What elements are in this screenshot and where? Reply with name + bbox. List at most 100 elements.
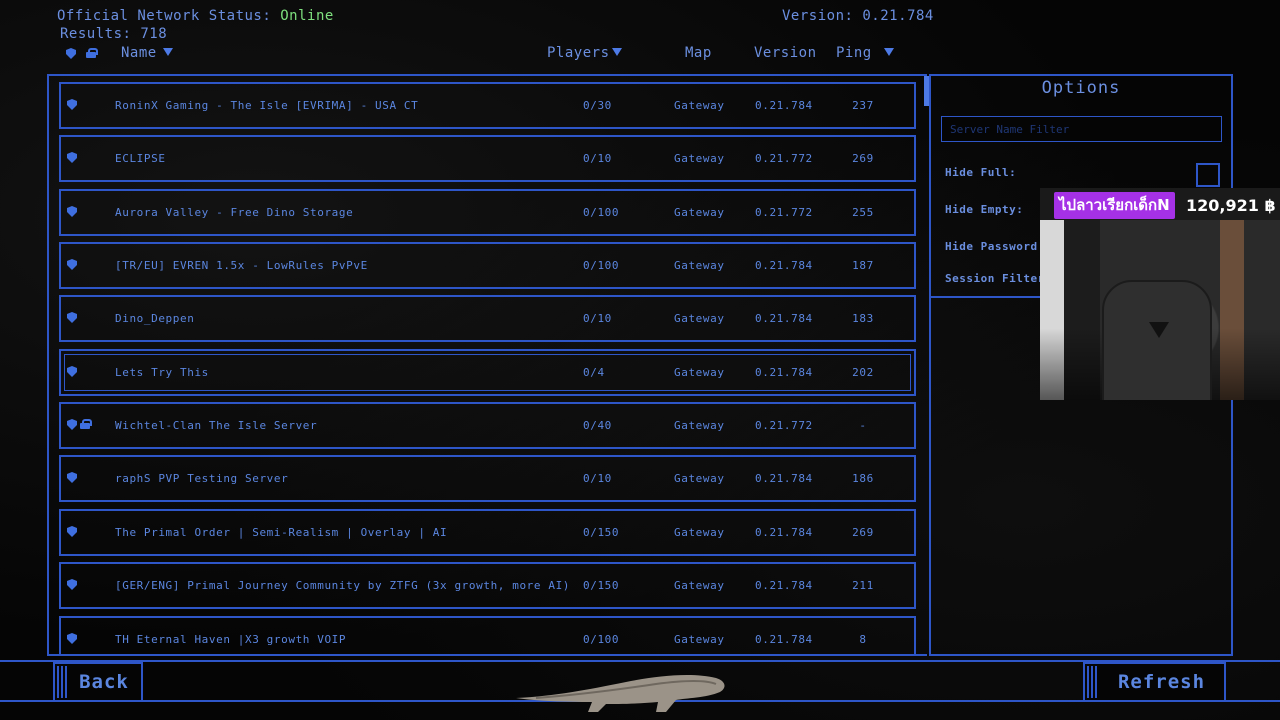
server-row[interactable]: The Primal Order | Semi-Realism | Overla… [59,509,916,556]
server-name-filter-input[interactable] [941,116,1222,142]
server-version: 0.21.784 [755,579,813,592]
column-players-label: Players [547,45,610,61]
sort-down-icon [611,48,622,56]
row-icons [67,526,77,537]
version-label: Version: [782,8,854,24]
row-icons [67,419,92,430]
shield-icon [67,366,77,377]
button-cap [1087,666,1097,698]
refresh-button-label: Refresh [1117,671,1206,693]
shield-icon [67,206,77,217]
column-name-label: Name [121,45,157,61]
sort-down-icon [162,48,173,56]
server-version: 0.21.784 [755,259,813,272]
column-map[interactable]: Map [685,45,712,61]
column-version[interactable]: Version [754,45,817,61]
server-players: 0/10 [583,312,612,325]
sort-down-icon [883,48,894,56]
row-icons [67,579,77,590]
server-row[interactable]: [GER/ENG] Primal Journey Community by ZT… [59,562,916,609]
server-ping: 202 [852,366,874,379]
server-ping: 255 [852,206,874,219]
server-row[interactable]: [TR/EU] EVREN 1.5x - LowRules PvPvE 0/100… [59,242,916,289]
hide-empty-label: Hide Empty: [945,203,1024,216]
server-map: Gateway [674,206,725,219]
row-icons [67,99,77,110]
server-row[interactable]: Dino_Deppen 0/10 Gateway 0.21.784 183 [59,295,916,342]
server-ping: 8 [859,633,867,646]
server-name: ECLIPSE [115,152,166,165]
server-players: 0/150 [583,526,620,539]
shield-icon [67,633,77,644]
server-version: 0.21.772 [755,419,813,432]
column-ping-label: Ping [836,45,872,61]
server-name: The Primal Order | Semi-Realism | Overla… [115,526,448,539]
back-button[interactable]: Back [53,662,143,702]
server-version: 0.21.784 [755,633,813,646]
refresh-button[interactable]: Refresh [1083,662,1226,702]
server-players: 0/100 [583,206,620,219]
server-players: 0/4 [583,366,605,379]
server-name: [TR/EU] EVREN 1.5x - LowRules PvPvE [115,259,368,272]
hide-full-checkbox[interactable] [1196,163,1220,187]
column-map-label: Map [685,45,712,61]
server-players: 0/10 [583,152,612,165]
server-version: 0.21.772 [755,152,813,165]
dinosaur-image [516,675,725,712]
row-icons [67,206,77,217]
server-ping: 186 [852,472,874,485]
server-map: Gateway [674,472,725,485]
row-icons [67,633,77,644]
row-icons [67,366,77,377]
hide-full-label: Hide Full: [945,166,1017,179]
hide-password-label: Hide Password P [945,240,1052,253]
server-name: Wichtel-Clan The Isle Server [115,419,318,432]
options-title: Options [1041,78,1121,98]
server-map: Gateway [674,526,725,539]
server-ping: 183 [852,312,874,325]
server-map: Gateway [674,259,725,272]
session-filter-label: Session Filter [945,272,1045,285]
shield-icon [67,152,77,163]
column-ping[interactable]: Ping [836,45,894,61]
server-row[interactable]: RoninX Gaming - The Isle [EVRIMA] - USA … [59,82,916,129]
server-name: Lets Try This [115,366,209,379]
shield-icon [67,579,77,590]
shield-icon [67,259,77,270]
server-name: Dino_Deppen [115,312,195,325]
server-version: 0.21.784 [755,526,813,539]
server-row[interactable]: ECLIPSE 0/10 Gateway 0.21.772 269 [59,135,916,182]
server-version: 0.21.784 [755,312,813,325]
server-row[interactable]: Lets Try This 0/4 Gateway 0.21.784 202 [59,349,916,396]
shield-icon [67,312,77,323]
shield-icon [67,526,77,537]
server-name: Aurora Valley - Free Dino Storage [115,206,354,219]
server-version: 0.21.784 [755,99,813,112]
webcam-feed [1040,220,1280,400]
server-version: 0.21.784 [755,366,813,379]
server-row[interactable]: raphS PVP Testing Server 0/10 Gateway 0.21.… [59,455,916,502]
column-players[interactable]: Players [547,45,622,61]
server-version: 0.21.784 [755,472,813,485]
server-players: 0/150 [583,579,620,592]
column-name[interactable]: Name [121,45,173,61]
server-row[interactable]: TH Eternal Haven |X3 growth VOIP 0/100 Gat… [59,616,916,654]
shield-icon [67,419,77,430]
server-ping: 187 [852,259,874,272]
gaming-chair [1102,280,1212,400]
server-name: RoninX Gaming - The Isle [EVRIMA] - USA … [115,99,419,112]
server-row[interactable]: Wichtel-Clan The Isle Server 0/40 Gateway 0… [59,402,916,449]
server-players: 0/30 [583,99,612,112]
server-map: Gateway [674,152,725,165]
donor-name: ไปลาวเรียกเด็กN [1054,192,1175,219]
row-icons [67,472,77,483]
results-label: Results: [60,26,132,42]
game-version: Version: 0.21.784 [782,8,934,24]
stream-overlay: ไปลาวเรียกเด็กN 120,921 ฿ [1040,188,1280,400]
server-map: Gateway [674,366,725,379]
results-count: Results: 718 [60,26,167,42]
server-list[interactable]: RoninX Gaming - The Isle [EVRIMA] - USA … [47,74,927,656]
network-status: Official Network Status: Online [57,8,334,24]
server-row[interactable]: Aurora Valley - Free Dino Storage 0/100 Ga… [59,189,916,236]
version-value: 0.21.784 [862,8,934,24]
